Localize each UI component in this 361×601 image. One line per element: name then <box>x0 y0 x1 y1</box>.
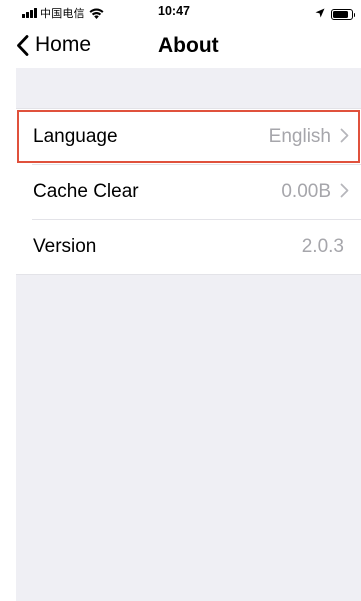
battery-level-fill <box>333 10 348 18</box>
row-label: Cache Clear <box>33 180 139 202</box>
settings-row-cache-clear[interactable]: Cache Clear 0.00B <box>16 164 361 219</box>
status-bar: 中国电信 10:47 <box>0 0 361 22</box>
page-title: About <box>158 34 219 57</box>
cellular-signal-icon <box>22 8 37 18</box>
wifi-icon <box>89 8 104 19</box>
carrier-name: 中国电信 <box>40 8 85 20</box>
back-button[interactable]: Home <box>16 30 91 60</box>
chevron-right-icon <box>340 183 349 198</box>
location-arrow-icon <box>315 5 325 23</box>
row-value: 0.00B <box>281 180 331 202</box>
battery-icon <box>331 8 355 20</box>
settings-content: Language English Cache Clear 0.00B Versi… <box>16 68 361 601</box>
status-bar-right <box>315 5 355 23</box>
navigation-bar: Home About <box>0 24 361 68</box>
chevron-right-icon <box>340 128 349 143</box>
settings-row-language[interactable]: Language English <box>16 109 361 164</box>
settings-row-version: Version 2.0.3 <box>16 219 361 274</box>
row-label: Language <box>33 125 118 147</box>
settings-group: Language English Cache Clear 0.00B Versi… <box>16 108 361 275</box>
status-bar-left: 中国电信 <box>22 5 104 21</box>
row-label: Version <box>33 235 97 257</box>
back-button-label: Home <box>35 33 92 56</box>
row-value: English <box>268 125 331 147</box>
status-bar-time: 10:47 <box>158 4 190 18</box>
about-screen: 中国电信 10:47 Home About Language English C… <box>0 0 361 601</box>
chevron-left-icon <box>16 34 35 56</box>
row-value: 2.0.3 <box>301 235 344 257</box>
